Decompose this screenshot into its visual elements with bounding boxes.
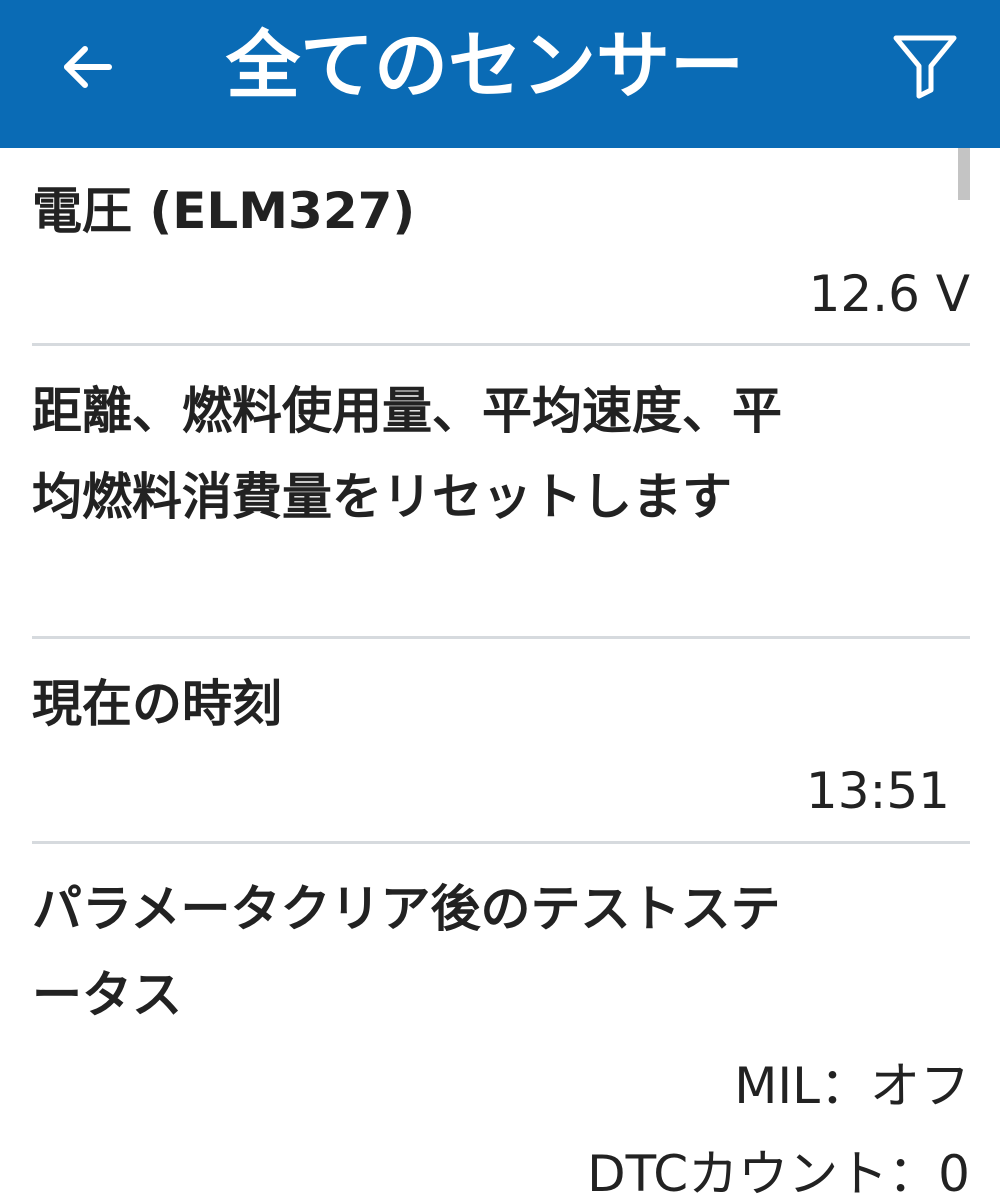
app-bar: 全てのセンサー [0, 0, 1000, 148]
sensor-value-line-2: DTCカウント：0 [587, 1145, 970, 1203]
back-button[interactable] [42, 22, 132, 112]
sensor-value: 12.6 V [808, 265, 970, 323]
page-title: 全てのセンサー [226, 23, 744, 109]
sensor-value-line-1: MIL：オフ [734, 1057, 970, 1115]
sensor-item-test-status[interactable]: パラメータクリア後のテストステ ータス MIL：オフ DTCカウント：0 [32, 844, 970, 1203]
sensor-item-current-time[interactable]: 現在の時刻 13:51 [32, 639, 970, 841]
sensor-item-reset[interactable]: 距離、燃料使用量、平均速度、平 均燃料消費量をリセットします [32, 346, 970, 636]
sensor-name: 現在の時刻 [32, 675, 282, 733]
sensor-name-line-1: 距離、燃料使用量、平均速度、平 [32, 382, 782, 440]
filter-icon [893, 35, 957, 99]
arrow-left-icon [64, 46, 112, 88]
sensor-name-line-2: ータス [32, 966, 182, 1024]
sensor-value: 13:51 [805, 762, 950, 820]
filter-button[interactable] [880, 20, 970, 110]
sensor-name-line-1: パラメータクリア後のテストステ [32, 880, 781, 938]
sensor-name-line-2: 均燃料消費量をリセットします [32, 468, 732, 526]
scrollbar[interactable] [958, 148, 970, 200]
sensor-name: 電圧 (ELM327) [32, 182, 416, 240]
sensor-item-voltage[interactable]: 電圧 (ELM327) 12.6 V [32, 148, 970, 344]
